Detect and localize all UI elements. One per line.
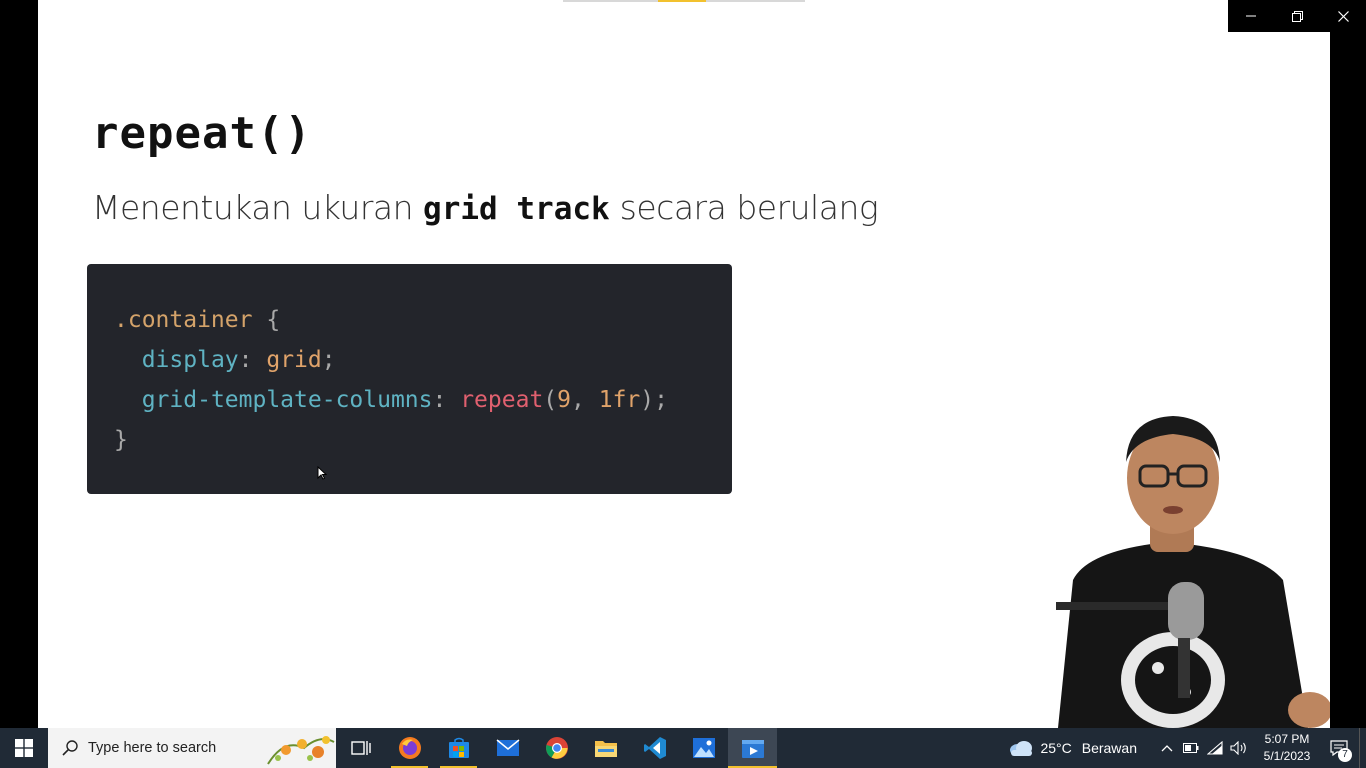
slide-subtitle: Menentukan ukuran grid track secara beru…: [92, 188, 879, 227]
code-line-3: grid-template-columns: repeat(9, 1fr);: [114, 380, 732, 420]
clock[interactable]: 5:07 PM 5/1/2023: [1255, 731, 1319, 765]
video-frame: repeat() Menentukan ukuran grid track se…: [38, 0, 1330, 728]
store-button[interactable]: [434, 728, 483, 768]
vscode-button[interactable]: [630, 728, 679, 768]
code-prop-display: display: [141, 347, 239, 373]
windows-logo-icon: [15, 739, 33, 757]
code-prop-columns: grid-template-columns: [141, 387, 433, 413]
subtitle-keyword: grid track: [423, 191, 610, 227]
media-player-icon: [741, 740, 764, 758]
code-open-brace: {: [266, 307, 281, 333]
code-arg-size: 1fr: [598, 387, 641, 413]
clock-date: 5/1/2023: [1263, 749, 1311, 763]
subtitle-text-post: secara berulang: [609, 188, 879, 227]
chrome-icon: [545, 737, 568, 759]
code-line-2: display: grid;: [114, 340, 732, 380]
close-button[interactable]: [1320, 0, 1366, 32]
firefox-button[interactable]: [385, 728, 434, 768]
code-semicolon: ;: [321, 347, 336, 373]
slide-title: repeat(): [92, 108, 312, 159]
close-icon: [1337, 10, 1349, 22]
battery-icon: [1183, 743, 1199, 753]
folder-icon: [594, 741, 617, 757]
code-line-1: .container {: [114, 300, 732, 340]
weather-widget[interactable]: 25°C Berawan: [1008, 738, 1137, 758]
chrome-button[interactable]: [532, 728, 581, 768]
subtitle-text-pre: Menentukan ukuran: [92, 188, 424, 227]
store-icon: [448, 737, 469, 758]
weather-temperature: 25°C: [1040, 740, 1072, 756]
battery-button[interactable]: [1179, 728, 1203, 768]
speaker-icon: [1230, 741, 1246, 755]
code-line-4: }: [114, 420, 732, 460]
vscode-icon: [643, 737, 666, 759]
mouse-cursor-icon: [317, 466, 327, 480]
restore-button[interactable]: [1274, 0, 1320, 32]
progress-marker: [658, 0, 706, 2]
code-block: .container { display: grid; grid-templat…: [87, 264, 732, 494]
minimize-button[interactable]: [1228, 0, 1274, 32]
search-icon: [62, 740, 78, 756]
cloud-icon: [1010, 741, 1033, 756]
code-colon: :: [432, 387, 461, 413]
volume-button[interactable]: [1227, 728, 1251, 768]
notification-count-badge: 7: [1338, 748, 1352, 762]
code-paren-close: ): [640, 387, 655, 413]
chevron-up-icon: [1161, 745, 1173, 752]
photos-button[interactable]: [679, 728, 728, 768]
photos-icon: [692, 738, 715, 758]
minimize-icon: [1246, 15, 1256, 17]
code-colon: :: [238, 347, 267, 373]
show-desktop-button[interactable]: [1359, 728, 1366, 768]
code-fn-repeat: repeat: [460, 387, 544, 413]
weather-condition: Berawan: [1081, 740, 1137, 756]
mail-icon: [496, 739, 519, 756]
action-center-button[interactable]: 7: [1319, 728, 1359, 768]
code-val-grid: grid: [266, 347, 322, 373]
task-view-icon: [350, 741, 371, 755]
code-arg-sep: ,: [571, 387, 599, 413]
search-box[interactable]: Type here to search: [48, 728, 336, 768]
media-player-button[interactable]: [728, 728, 777, 768]
presenter-video: [1056, 416, 1330, 728]
file-explorer-button[interactable]: [581, 728, 630, 768]
network-button[interactable]: [1203, 728, 1227, 768]
task-view-button[interactable]: [336, 728, 385, 768]
code-selector: .container: [114, 307, 253, 333]
video-progress-bar[interactable]: [563, 0, 805, 2]
wifi-icon: [1207, 741, 1223, 755]
search-placeholder: Type here to search: [88, 740, 217, 756]
show-hidden-icons-button[interactable]: [1155, 728, 1179, 768]
search-highlight-illustration-icon: [267, 736, 335, 765]
restore-icon: [1291, 10, 1303, 22]
mail-button[interactable]: [483, 728, 532, 768]
code-close-brace: }: [114, 427, 128, 453]
firefox-icon: [398, 737, 421, 759]
code-paren-open: (: [543, 387, 558, 413]
code-semicolon: ;: [654, 387, 668, 413]
taskbar-apps: [336, 728, 777, 768]
window-controls: [1228, 0, 1366, 32]
start-button[interactable]: [0, 728, 48, 768]
clock-time: 5:07 PM: [1264, 732, 1310, 746]
taskbar: Type here to search 25°C Berawan 5:07 PM…: [0, 728, 1366, 768]
system-tray: 25°C Berawan 5:07 PM 5/1/2023 7: [1008, 728, 1366, 768]
code-arg-count: 9: [557, 387, 572, 413]
